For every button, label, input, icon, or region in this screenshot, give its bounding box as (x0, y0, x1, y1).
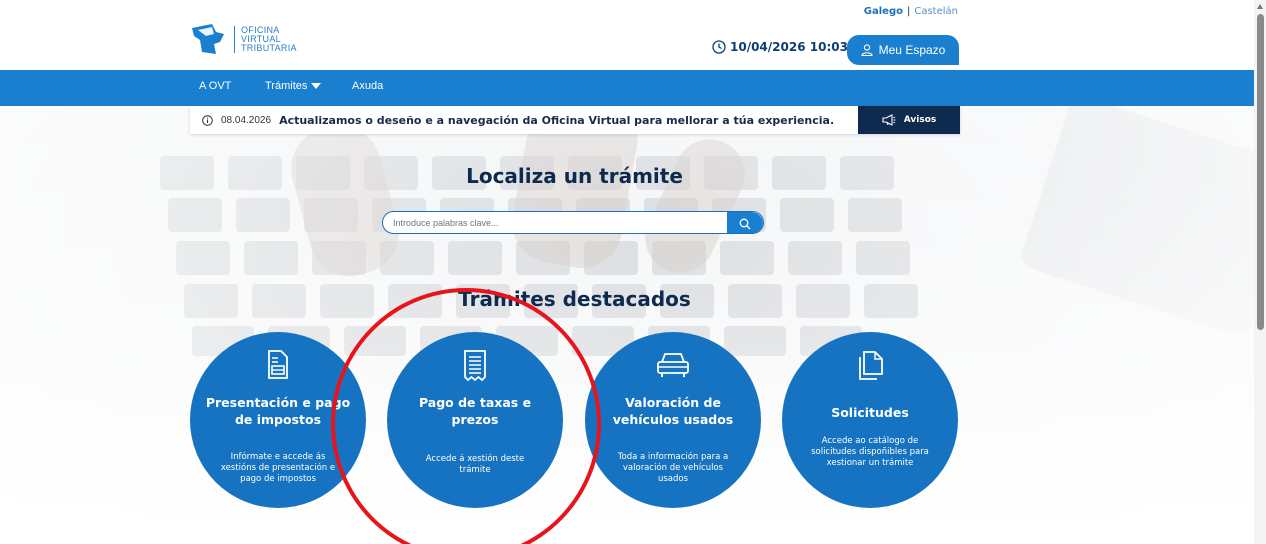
avisos-label: Avisos (903, 115, 937, 125)
scroll-up-arrow-icon[interactable] (1257, 4, 1263, 9)
lang-galego[interactable]: Galego (864, 6, 903, 17)
card-desc-line: Accede ao catálogo de (821, 436, 919, 446)
nav-label: Trámites (265, 80, 308, 92)
card-desc-line: pago de impostos (240, 474, 316, 484)
card-desc-line: xestionar un trámite (826, 458, 914, 468)
notice-message[interactable]: Actualizamos o deseño e a navegación da … (279, 114, 834, 127)
scrollbar-thumb[interactable] (1257, 14, 1264, 330)
datetime-display: 10/04/2026 10:03:11 (712, 40, 869, 54)
card-desc-line: Toda a información para a (617, 452, 729, 462)
card-title-line: Solicitudes (831, 405, 909, 420)
logo-icon (192, 24, 224, 54)
notice-bar: 08.04.2026 Actualizamos o deseño e a nav… (190, 106, 960, 134)
featured-heading: Trámites destacados (458, 287, 691, 311)
card-description: Accede ao catálogo de solicitudes dispoñ… (806, 436, 934, 469)
user-icon (861, 44, 873, 56)
card-desc-line: usados (657, 474, 689, 484)
lang-separator: | (906, 6, 911, 17)
nav-axuda[interactable]: Axuda (352, 80, 383, 92)
card-desc-line: solicitudes dispoñibles para (811, 447, 929, 457)
card-title-line: Valoración de (625, 395, 721, 410)
logo-text: OFICINA VIRTUAL TRIBUTARIA (234, 25, 297, 53)
card-description: Toda a información para a valoración de … (613, 452, 733, 485)
card-desc-line: valoración de vehículos (622, 463, 724, 473)
site-header: OFICINA VIRTUAL TRIBUTARIA Galego | Castel… (0, 0, 1266, 70)
card-title: Solicitudes (792, 404, 948, 421)
nav-label: A OVT (199, 80, 232, 92)
caret-down-icon (311, 83, 322, 89)
search-button[interactable] (727, 212, 763, 233)
megaphone-icon (882, 114, 896, 126)
language-switcher: Galego | Castelán (864, 6, 958, 17)
search-icon (739, 218, 751, 229)
nav-label: Axuda (352, 80, 384, 92)
card-valoracion-vehiculos[interactable]: Valoración de vehículos usados Toda a in… (585, 332, 761, 508)
card-title-line: vehículos usados (612, 412, 734, 427)
lang-castelan[interactable]: Castelán (914, 6, 958, 17)
card-title: Valoración de vehículos usados (595, 394, 751, 428)
main-nav: A OVT Trámites Axuda (0, 70, 1266, 106)
card-desc-line: xestións de presentación e (220, 463, 336, 473)
notice-date: 08.04.2026 (221, 114, 272, 126)
card-description: Infórmate e accede ás xestións de presen… (218, 452, 338, 485)
meu-espazo-label: Meu Espazo (878, 43, 946, 57)
copy-icon (859, 351, 883, 380)
highlight-circle (331, 288, 601, 544)
page-scrollbar[interactable] (1254, 0, 1266, 544)
document-icon (268, 350, 288, 379)
nav-tramites[interactable]: Trámites (265, 80, 322, 92)
card-desc-line: Infórmate e accede ás (230, 452, 326, 462)
card-icon-wrap (585, 350, 761, 378)
nav-a-ovt[interactable]: A OVT (199, 80, 231, 92)
avisos-button[interactable]: Avisos (858, 106, 960, 134)
car-icon (657, 353, 689, 377)
search-heading: Localiza un trámite (466, 164, 683, 188)
meu-espazo-button[interactable]: Meu Espazo (847, 35, 959, 65)
info-icon (202, 114, 213, 126)
card-solicitudes[interactable]: Solicitudes Accede ao catálogo de solici… (782, 332, 958, 508)
logo-line: TRIBUTARIA (241, 42, 297, 53)
card-icon-wrap (782, 350, 958, 382)
search-input[interactable] (393, 214, 723, 231)
clock-icon (712, 40, 726, 54)
search-bar (382, 211, 764, 234)
ovt-logo[interactable]: OFICINA VIRTUAL TRIBUTARIA (190, 22, 297, 56)
